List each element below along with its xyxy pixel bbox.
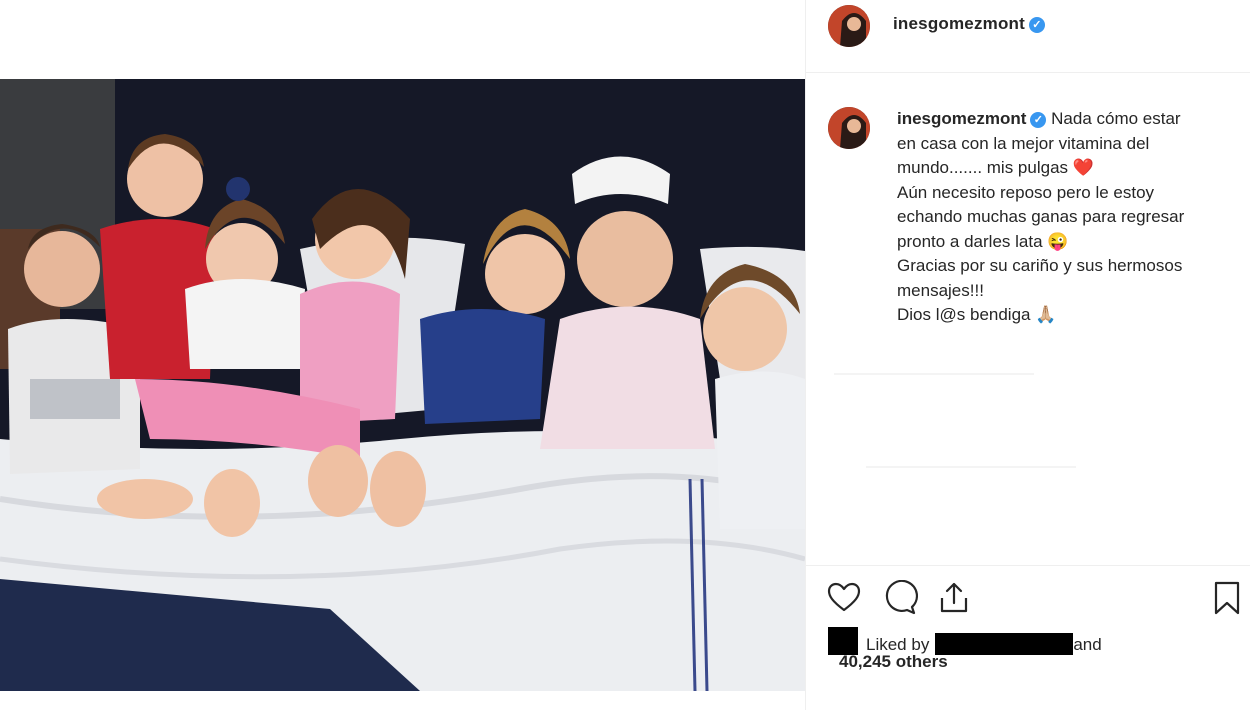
header-divider: [806, 72, 1250, 73]
caption-text: Aún necesito reposo pero le estoy: [897, 182, 1155, 202]
caption-text: mensajes!!!: [897, 280, 984, 300]
profile-avatar[interactable]: [828, 5, 870, 47]
avatar-image: [828, 107, 870, 149]
comment-placeholder: [866, 466, 1076, 468]
photo-family-in-bed: [0, 79, 805, 691]
post-media-pane: [0, 0, 805, 710]
post-sidebar: inesgomezmont ✓ inesgomezmont ✓ Nada cómo …: [805, 0, 1250, 710]
verified-badge-icon: ✓: [1029, 17, 1046, 33]
header-username[interactable]: inesgomezmont ✓: [893, 14, 1046, 34]
redacted-liker-avatar: [828, 627, 858, 655]
post-caption: inesgomezmont ✓ Nada cómo estar en casa c…: [897, 107, 1237, 328]
caption-avatar[interactable]: [828, 107, 870, 149]
comment-placeholder: [834, 373, 1034, 375]
comment-button[interactable]: [882, 580, 918, 616]
caption-text: Nada cómo estar: [1051, 109, 1181, 128]
redacted-liker-name: [935, 633, 1074, 655]
caption-line-1: inesgomezmont ✓ Nada cómo estar: [897, 107, 1237, 132]
heart-outline-icon: [827, 582, 861, 612]
like-button[interactable]: [826, 580, 862, 616]
post-photo[interactable]: [0, 79, 805, 691]
caption-text: Gracias por su cariño y sus hermosos: [897, 256, 1183, 275]
verified-badge-icon: ✓: [1030, 112, 1047, 128]
header-username-text[interactable]: inesgomezmont: [893, 14, 1025, 33]
save-button[interactable]: [1209, 580, 1245, 616]
caption-text: en casa con la mejor vitamina del: [897, 133, 1150, 153]
likes-count[interactable]: 40,245 others: [839, 652, 948, 672]
caption-text: mundo....... mis pulgas ❤️: [897, 158, 1094, 177]
caption-username[interactable]: inesgomezmont: [897, 109, 1026, 128]
caption-text: Dios l@s bendiga 🙏🏼: [897, 305, 1057, 324]
likes-and-label: and: [1073, 635, 1102, 654]
caption-text: pronto a darles lata 😜: [897, 231, 1069, 251]
share-upload-icon: [940, 582, 968, 613]
caption-text: echando muchas ganas para regresar: [897, 207, 1185, 226]
speech-bubble-icon: [885, 580, 918, 615]
share-button[interactable]: [936, 580, 972, 616]
bookmark-icon: [1214, 581, 1240, 615]
actions-divider: [806, 565, 1250, 566]
avatar-image: [828, 5, 870, 47]
